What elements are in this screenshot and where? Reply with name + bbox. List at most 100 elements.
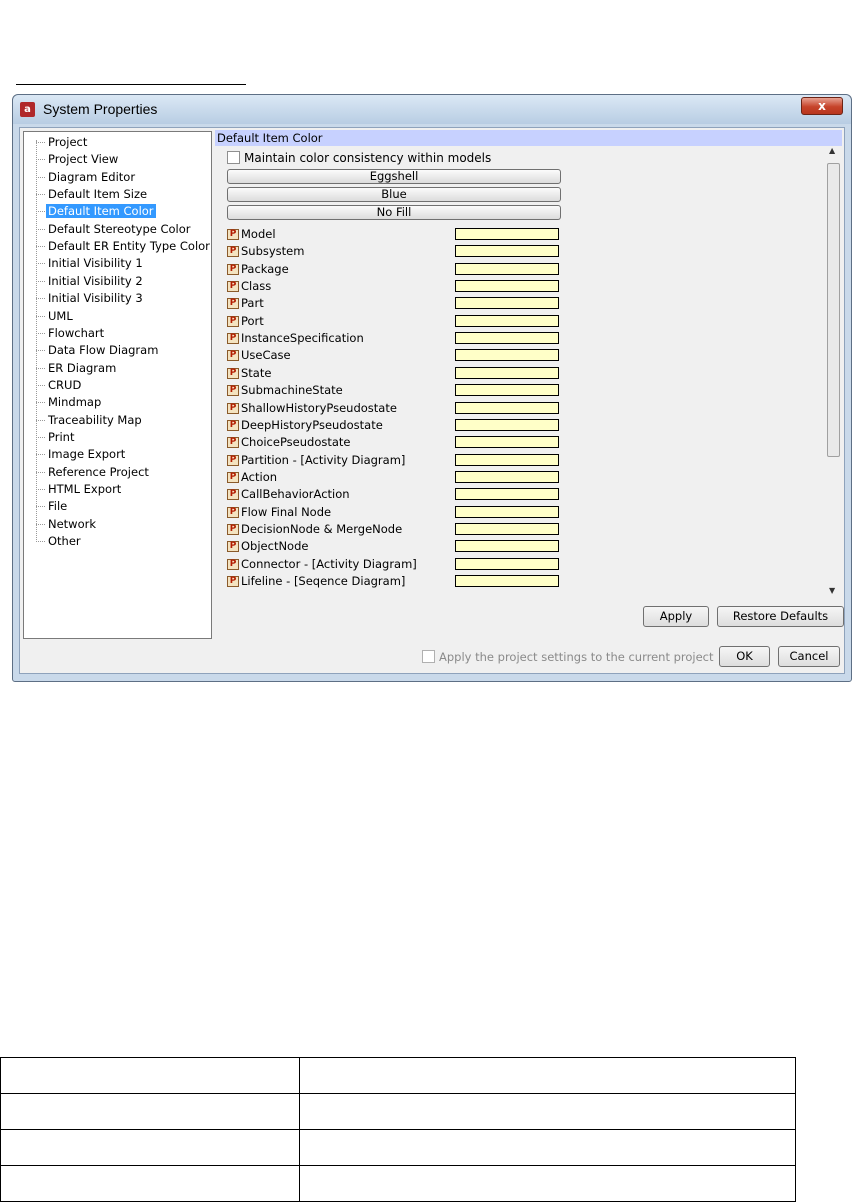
tree-item-label: Default Item Size (48, 187, 148, 202)
item-label: Part (241, 296, 264, 311)
tree-item-html-export[interactable]: HTML Export (24, 481, 123, 498)
table-cell (299, 1165, 796, 1202)
panel-header: Default Item Color (215, 130, 842, 146)
item-property-icon: P (227, 558, 239, 570)
color-swatch[interactable] (455, 540, 559, 553)
tree-item-flowchart[interactable]: Flowchart (24, 325, 106, 342)
apply-project-settings-checkbox[interactable] (422, 650, 435, 663)
item-property-icon: P (227, 229, 239, 240)
tree-item-default-item-color[interactable]: Default Item Color (24, 203, 156, 220)
tree-item-er-diagram[interactable]: ER Diagram (24, 360, 118, 377)
tree-connector (36, 489, 45, 490)
dialog-client-area: Project Project View Diagram Editor Default… (19, 127, 845, 674)
tree-item-label: File (48, 499, 68, 514)
scrollbar-thumb[interactable] (827, 163, 840, 457)
tree-connector (36, 315, 45, 317)
tree-item-traceability-map[interactable]: Traceability Map (24, 412, 144, 429)
tree-item-network[interactable]: Network (24, 516, 98, 533)
apply-project-settings-row[interactable]: Apply the project settings to the curren… (422, 649, 714, 665)
item-property-icon: P (227, 506, 239, 518)
color-swatch[interactable] (455, 262, 559, 275)
color-swatch[interactable] (455, 366, 559, 379)
tree-item-initial-visibility-2[interactable]: Initial Visibility 2 (24, 273, 145, 290)
blue-button[interactable]: Blue (227, 187, 561, 202)
restore-defaults-button[interactable]: Restore Defaults (717, 606, 844, 627)
color-swatch[interactable] (455, 297, 559, 310)
table-row (0, 1093, 796, 1130)
tree-item-project-view[interactable]: Project View (24, 151, 120, 168)
eggshell-button[interactable]: Eggshell (227, 169, 561, 184)
item-label: UseCase (241, 348, 291, 363)
color-swatch[interactable] (455, 418, 559, 431)
tree-item-label: HTML Export (48, 482, 122, 496)
color-swatch[interactable] (455, 575, 559, 587)
color-swatch[interactable] (455, 470, 559, 483)
item-label: Model (241, 227, 276, 241)
tree-item-initial-visibility-3[interactable]: Initial Visibility 3 (24, 290, 145, 307)
tree-item-mindmap[interactable]: Mindmap (24, 394, 103, 411)
category-tree[interactable]: Project Project View Diagram Editor Default… (23, 131, 212, 639)
tree-connector (36, 350, 45, 352)
tree-item-diagram-editor[interactable]: Diagram Editor (24, 169, 137, 186)
color-swatch[interactable] (455, 505, 559, 518)
close-button[interactable]: x (801, 97, 843, 115)
tree-connector (36, 541, 45, 543)
item-label: ShallowHistoryPseudostate (241, 400, 397, 415)
ok-button[interactable]: OK (719, 646, 770, 667)
tree-connector (36, 280, 45, 282)
color-swatch[interactable] (455, 384, 559, 397)
tree-item-image-export[interactable]: Image Export (24, 446, 127, 463)
tree-item-default-item-size[interactable]: Default Item Size (24, 186, 149, 203)
no-fill-button[interactable]: No Fill (227, 205, 561, 220)
list-item: P Part (227, 295, 563, 312)
item-property-icon: P (227, 298, 239, 310)
tree-item-crud[interactable]: CRUD (24, 377, 83, 394)
color-swatch[interactable] (455, 349, 559, 362)
panel-scroll-area[interactable]: Maintain color consistency within models… (215, 146, 842, 598)
consistency-checkbox-row[interactable]: Maintain color consistency within models (227, 150, 491, 166)
cancel-button[interactable]: Cancel (778, 646, 840, 667)
color-swatch[interactable] (455, 453, 559, 466)
tree-item-reference-project[interactable]: Reference Project (24, 464, 151, 481)
title-bar[interactable]: a System Properties x (13, 95, 851, 124)
table-row (0, 1057, 796, 1094)
tree-connector (36, 454, 45, 456)
list-item: P Flow Final Node (227, 504, 563, 521)
color-swatch[interactable] (455, 280, 559, 293)
tree-item-file[interactable]: File (24, 498, 69, 515)
table-cell (0, 1129, 300, 1166)
item-property-icon: P (227, 471, 239, 483)
color-swatch[interactable] (455, 488, 559, 501)
color-swatch[interactable] (455, 522, 559, 535)
list-item: P DeepHistoryPseudostate (227, 417, 563, 434)
consistency-checkbox[interactable] (227, 151, 240, 164)
scroll-up-arrow-icon[interactable]: ▲ (829, 146, 835, 155)
color-swatch[interactable] (455, 401, 559, 414)
tree-item-data-flow-diagram[interactable]: Data Flow Diagram (24, 342, 160, 359)
color-swatch[interactable] (455, 314, 559, 327)
tree-connector (36, 384, 45, 386)
tree-item-label: Image Export (48, 447, 126, 462)
color-swatch[interactable] (455, 557, 559, 570)
scroll-down-arrow-icon[interactable]: ▼ (829, 586, 835, 595)
item-property-icon: P (227, 523, 239, 535)
tree-item-uml[interactable]: UML (24, 308, 75, 325)
vertical-scrollbar[interactable]: ▲ ▼ (825, 146, 841, 598)
tree-connector (36, 419, 45, 421)
color-swatch[interactable] (455, 245, 559, 258)
tree-item-other[interactable]: Other (24, 533, 83, 550)
tree-item-default-stereotype-color[interactable]: Default Stereotype Color (24, 221, 193, 238)
tree-item-project[interactable]: Project (24, 134, 89, 151)
list-item: P Lifeline - [Seqence Diagram] (227, 573, 563, 590)
tree-item-default-er-entity-type-color[interactable]: Default ER Entity Type Color (24, 238, 212, 255)
apply-button[interactable]: Apply (643, 606, 709, 627)
color-swatch[interactable] (455, 436, 559, 449)
tree-item-print[interactable]: Print (24, 429, 76, 446)
color-swatch[interactable] (455, 228, 559, 240)
list-item: P SubmachineState (227, 382, 563, 399)
tree-item-initial-visibility-1[interactable]: Initial Visibility 1 (24, 255, 145, 272)
item-label: ChoicePseudostate (241, 435, 351, 450)
list-item: P UseCase (227, 347, 563, 364)
color-swatch[interactable] (455, 332, 559, 345)
item-label: SubmachineState (241, 383, 343, 398)
